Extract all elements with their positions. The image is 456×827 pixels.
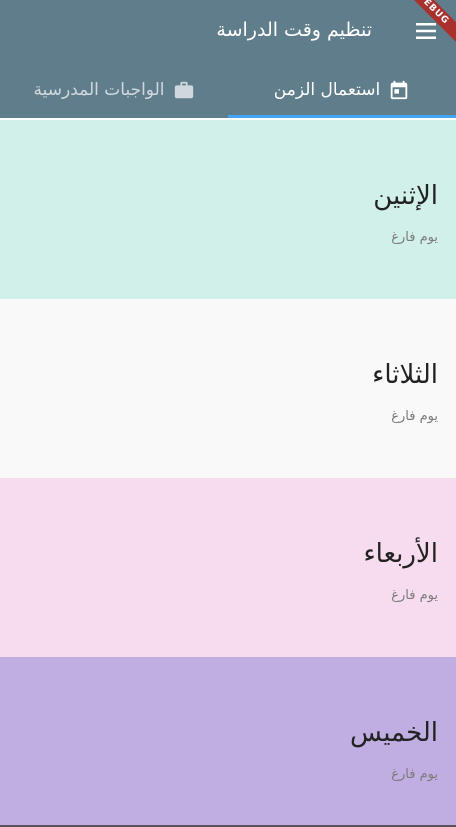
tab-schedule[interactable]: استعمال الزمن (228, 62, 456, 118)
tab-bar: استعمال الزمن الواجبات المدرسية (0, 62, 456, 118)
day-status: يوم فارغ (391, 588, 438, 603)
tab-homework-label: الواجبات المدرسية (33, 80, 165, 100)
page-title: تنظيم وقت الدراسة (216, 19, 372, 41)
day-card-wednesday[interactable]: الأربعاء يوم فارغ (0, 478, 456, 657)
app-root: تنظيم وقت الدراسة DEBUG استعمال الزمن ال… (0, 0, 456, 827)
day-card-thursday[interactable]: الخميس يوم فارغ (0, 657, 456, 827)
tab-homework[interactable]: الواجبات المدرسية (0, 62, 228, 118)
day-name: الأربعاء (363, 539, 438, 569)
day-card-monday[interactable]: الإثنين يوم فارغ (0, 120, 456, 299)
day-name: الثلاثاء (372, 360, 438, 390)
tab-schedule-label: استعمال الزمن (273, 80, 381, 100)
day-name: الإثنين (373, 181, 438, 211)
app-bar-title-row: تنظيم وقت الدراسة (0, 0, 456, 62)
day-status: يوم فارغ (391, 230, 438, 245)
tab-indicator (228, 115, 456, 118)
day-status: يوم فارغ (391, 767, 438, 782)
briefcase-icon (174, 81, 193, 99)
day-name: الخميس (350, 718, 438, 748)
hamburger-menu-icon (416, 23, 436, 39)
calendar-icon (390, 80, 408, 100)
day-status: يوم فارغ (391, 409, 438, 424)
day-card-tuesday[interactable]: الثلاثاء يوم فارغ (0, 299, 456, 478)
menu-button[interactable] (414, 19, 438, 43)
day-list: الإثنين يوم فارغ الثلاثاء يوم فارغ الأرب… (0, 120, 456, 827)
app-bar: تنظيم وقت الدراسة DEBUG استعمال الزمن ال… (0, 0, 456, 118)
